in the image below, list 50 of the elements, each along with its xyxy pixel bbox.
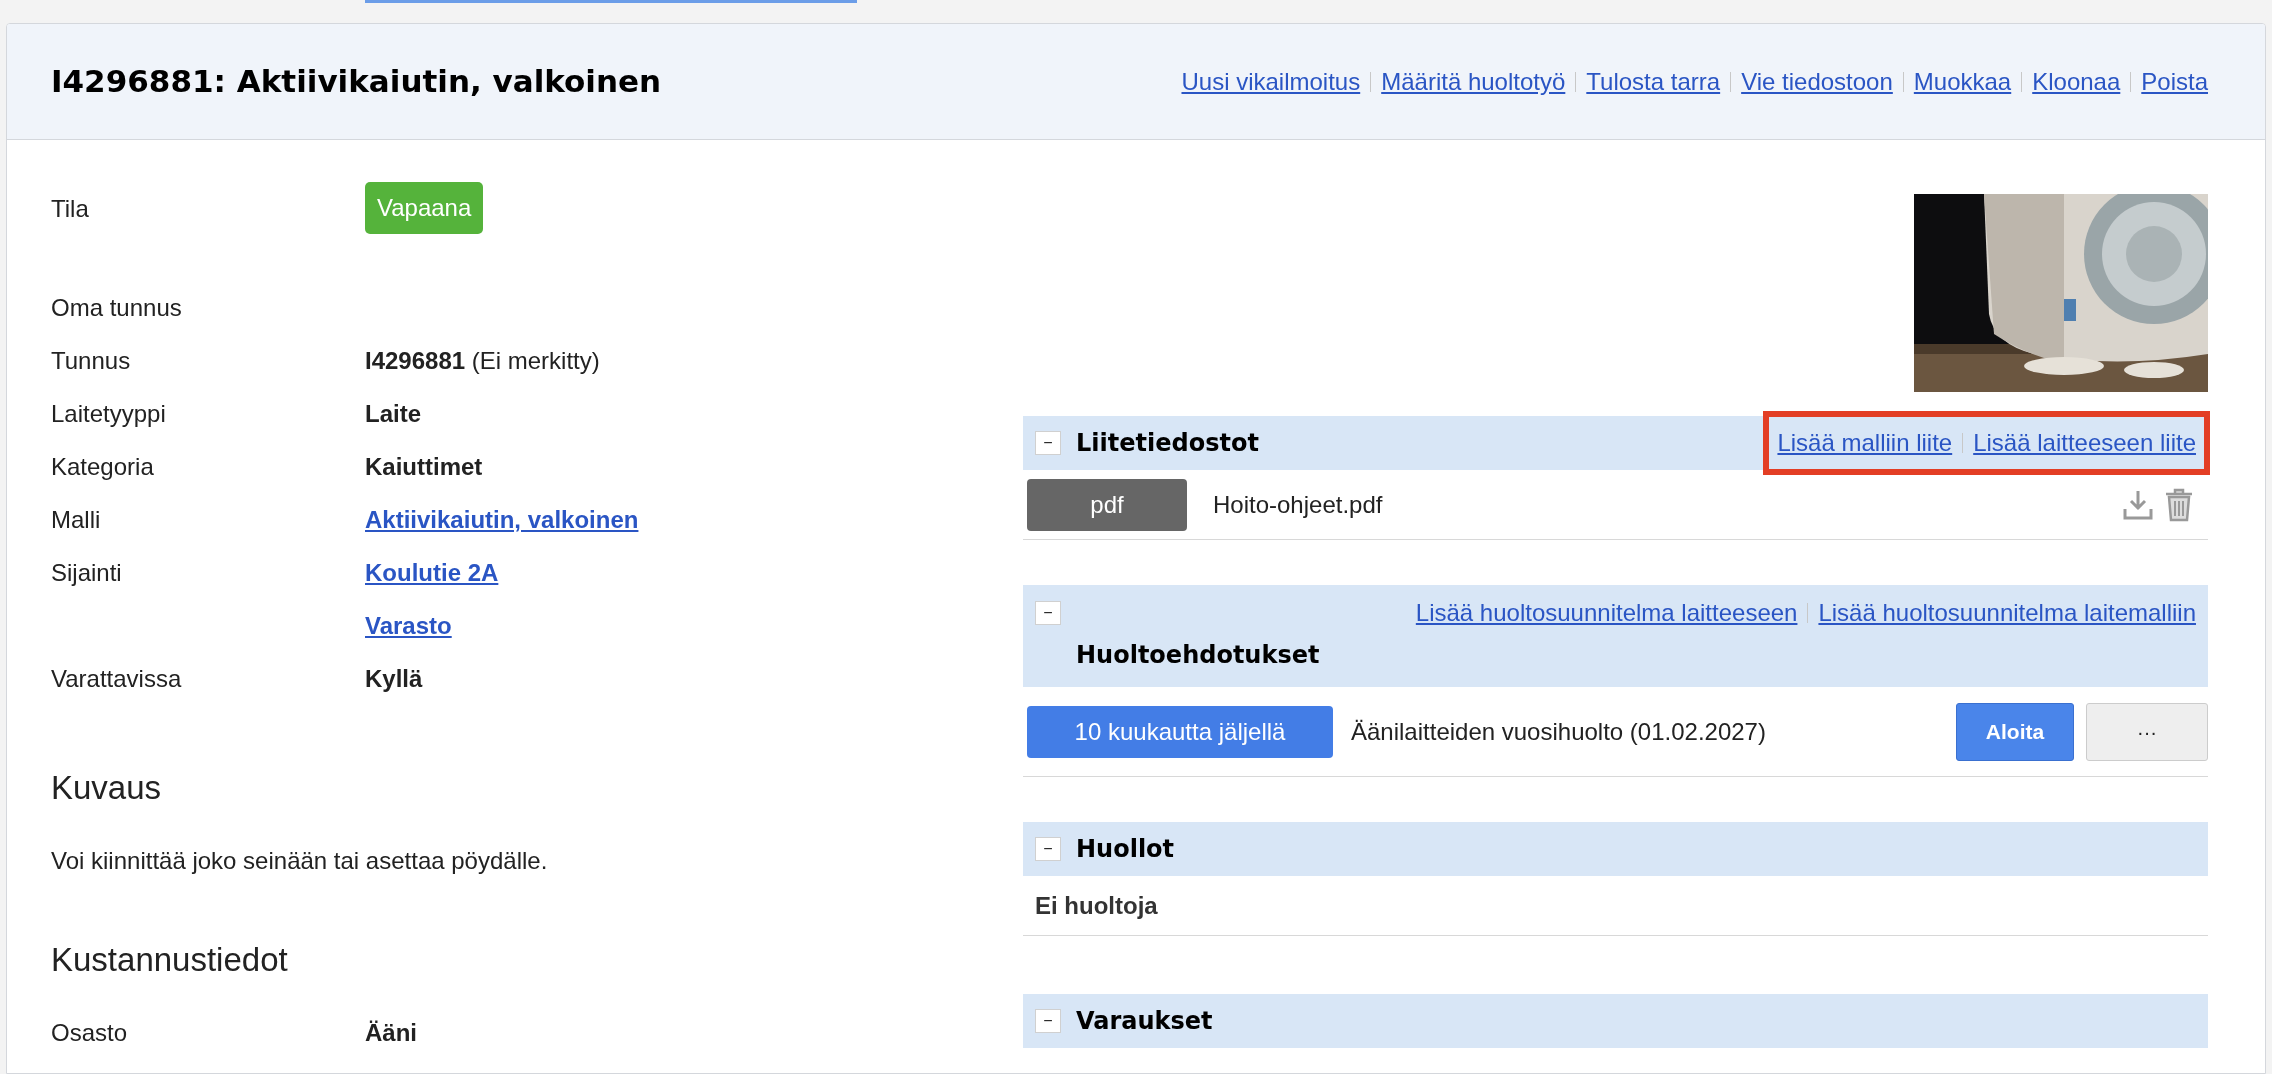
action-link[interactable]: Uusi vikailmoitus [1181, 63, 1361, 100]
field-label: Malli [51, 505, 102, 535]
file-link[interactable]: Hoito-ohjeet.pdf [1213, 486, 2122, 523]
action-link[interactable]: Lisää laitteeseen liite [1973, 425, 2196, 461]
field-label: Sijainti [51, 558, 123, 588]
collapse-button[interactable]: − [1035, 1009, 1061, 1033]
section-title: Huoltoehdotukset [1076, 640, 1321, 671]
field-value: Ääni [365, 1018, 417, 1048]
field-label: Oma tunnus [51, 293, 183, 323]
service-name: Äänilaitteiden vuosihuolto (01.02.2027) [1351, 716, 1767, 747]
section-title: Varaukset [1076, 1006, 1213, 1037]
more-button[interactable]: ··· [2086, 702, 2208, 761]
download-icon[interactable] [2122, 488, 2154, 521]
field-label: Osasto [51, 1018, 129, 1048]
field-link[interactable]: Aktiivikaiutin, valkoinen [365, 493, 639, 546]
status-badge: Vapaana [365, 182, 484, 234]
action-link[interactable]: Lisää malliin liite [1777, 425, 1953, 461]
action-link[interactable]: Muokkaa [1913, 63, 2012, 100]
description-text: Voi kiinnittää joko seinään tai asettaa pöydälle. [51, 845, 549, 876]
action-link[interactable]: Tulosta tarra [1586, 63, 1721, 100]
field-value: I4296881 (Ei merkitty) [365, 346, 600, 376]
field-value: Kyllä [365, 664, 423, 694]
start-button[interactable]: Aloita [1956, 702, 2074, 761]
section-heading: Kuvaus [51, 768, 163, 808]
field-label: Tila [51, 194, 90, 224]
action-link[interactable]: Kloonaa [2032, 63, 2121, 100]
collapse-button[interactable]: − [1035, 837, 1061, 861]
action-link[interactable]: Poista [2141, 63, 2208, 100]
field-value: Laite [365, 399, 421, 429]
field-label: Kategoria [51, 452, 155, 482]
action-link[interactable]: Lisää huoltosuunnitelma laitteeseen [1415, 595, 1798, 631]
page-title: I4296881: Aktiivikaiutin, valkoinen [51, 62, 662, 102]
due-badge: 10 kuukautta jäljellä [1027, 705, 1333, 758]
field-label: Varattavissa [51, 664, 183, 694]
trash-icon[interactable] [2164, 487, 2194, 522]
field-value: Kaiuttimet [365, 452, 483, 482]
field-link[interactable]: Varasto [365, 599, 499, 652]
file-type-badge: pdf [1027, 478, 1187, 531]
empty-message: Ei huoltoja [1035, 890, 1158, 921]
collapse-button[interactable]: − [1035, 601, 1061, 625]
collapse-button[interactable]: − [1035, 431, 1061, 455]
action-link[interactable]: Määritä huoltotyö [1381, 63, 1566, 100]
field-label: Laitetyyppi [51, 399, 167, 429]
action-link[interactable]: Vie tiedostoon [1741, 63, 1893, 100]
section-title: Liitetiedostot [1076, 428, 1259, 459]
field-link[interactable]: Koulutie 2A [365, 546, 499, 599]
section-title: Huollot [1076, 834, 1175, 865]
section-heading: Kustannustiedot [51, 939, 289, 980]
field-label: Tunnus [51, 346, 132, 376]
action-link[interactable]: Lisää huoltosuunnitelma laitemalliin [1818, 595, 2196, 631]
